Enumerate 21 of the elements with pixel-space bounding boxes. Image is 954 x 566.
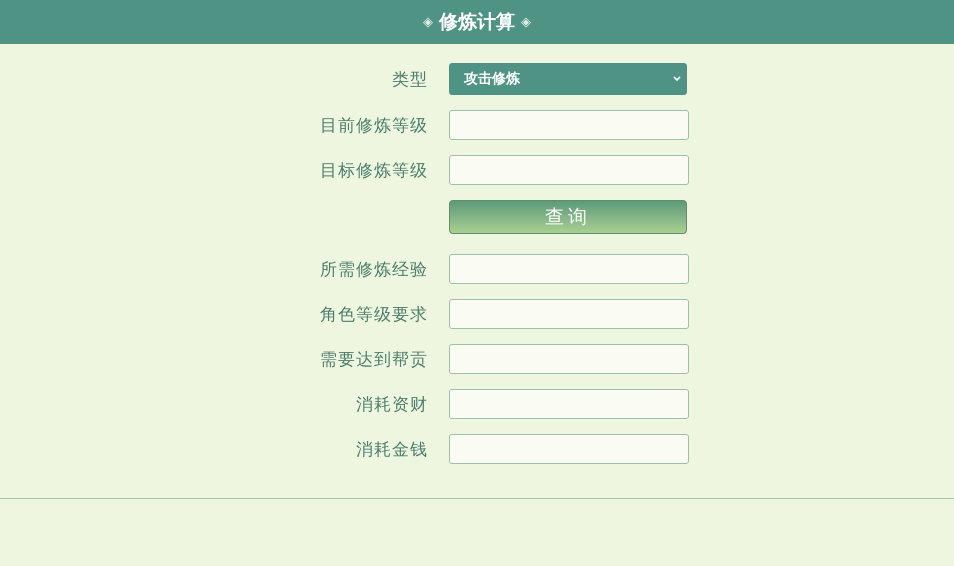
diamond-icon: ◈ [423,14,433,30]
page-title: 修炼计算 [439,10,515,35]
field-label: 目标修炼等级 [320,160,428,182]
input-field[interactable] [449,110,689,140]
input-field[interactable] [449,254,689,284]
chevron-icon [673,76,681,82]
input-field[interactable] [449,299,689,329]
query-button[interactable]: 查询 [449,200,687,234]
field-label: 消耗资财 [356,394,428,416]
diamond-icon: ◈ [521,14,531,30]
input-field[interactable] [449,155,689,185]
type-dropdown[interactable]: 攻击修炼 [449,63,687,95]
input-field[interactable] [449,344,689,374]
input-field[interactable] [449,389,689,419]
field-label: 消耗金钱 [356,438,428,460]
field-label: 所需修炼经验 [320,258,428,280]
field-label: 角色等级要求 [320,304,428,326]
field-label: 类型 [392,68,428,90]
field-label: 需要达到帮贡 [320,348,428,370]
field-label: 目前修炼等级 [320,114,428,136]
input-field[interactable] [449,434,689,464]
